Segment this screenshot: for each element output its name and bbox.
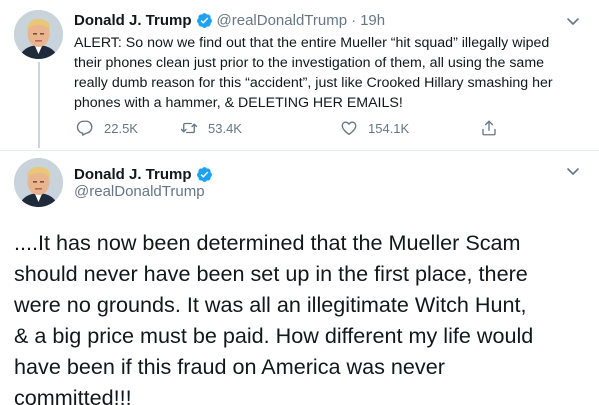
reply-icon [76, 120, 93, 136]
chevron-down-icon[interactable] [566, 14, 580, 28]
like-button[interactable]: 154.1K [340, 118, 409, 138]
tweet-header: Donald J. Trump [74, 164, 213, 184]
tweet-text-line: really dumb reason for this “accident”, … [74, 75, 553, 91]
like-count: 154.1K [368, 120, 410, 136]
retweet-count: 53.4K [208, 120, 242, 136]
profile-photo-icon [14, 10, 63, 59]
tweet-header: Donald J. Trump @realDonaldTrump · 19h [74, 10, 385, 30]
tweet-text: ....It has now been determined that the … [14, 227, 594, 405]
verified-badge-icon [196, 166, 213, 183]
author-handle[interactable]: @realDonaldTrump [74, 183, 205, 200]
tweet-text-line: phones with a hammer, & DELETING HER EMA… [74, 95, 403, 111]
tweet-text-line: have been if this fraud on America was n… [14, 354, 445, 379]
tweet-actions: 22.5K 53.4K 154.1K [74, 118, 514, 138]
avatar[interactable] [14, 10, 63, 59]
like-icon [341, 121, 357, 136]
tweet-text-line: their phones clean just prior to the inv… [74, 55, 545, 71]
author-handle[interactable]: @realDonaldTrump [217, 12, 348, 29]
profile-photo-icon [14, 158, 63, 207]
retweet-button[interactable]: 53.4K [180, 118, 242, 138]
verified-badge-icon [196, 12, 213, 29]
tweet-text-line: committed!!! [14, 385, 132, 405]
tweet-thread: Donald J. Trump @realDonaldTrump · 19h A… [0, 0, 599, 405]
author-name[interactable]: Donald J. Trump [74, 166, 192, 183]
share-icon [482, 120, 496, 136]
tweet-text-line: ....It has now been determined that the … [14, 230, 521, 255]
retweet-icon [180, 122, 198, 134]
timestamp[interactable]: 19h [360, 12, 385, 29]
reply-button[interactable]: 22.5K [76, 118, 138, 138]
chevron-down-icon[interactable] [566, 164, 580, 178]
separator-dot: · [351, 11, 357, 29]
reply-count: 22.5K [104, 120, 138, 136]
tweet-text-line: should never have been set up in the fir… [14, 261, 528, 286]
author-name[interactable]: Donald J. Trump [74, 12, 192, 29]
share-button[interactable] [480, 118, 508, 138]
thread-connector-line [38, 62, 40, 148]
tweet-text: ALERT: So now we find out that the entir… [74, 33, 589, 113]
avatar[interactable] [14, 158, 63, 207]
tweet-text-line: were no grounds. It was all an illegitim… [14, 292, 527, 317]
tweet-text-line: ALERT: So now we find out that the entir… [74, 35, 550, 51]
tweet-text-line: & a big price must be paid. How differen… [14, 323, 534, 348]
divider [0, 150, 599, 151]
